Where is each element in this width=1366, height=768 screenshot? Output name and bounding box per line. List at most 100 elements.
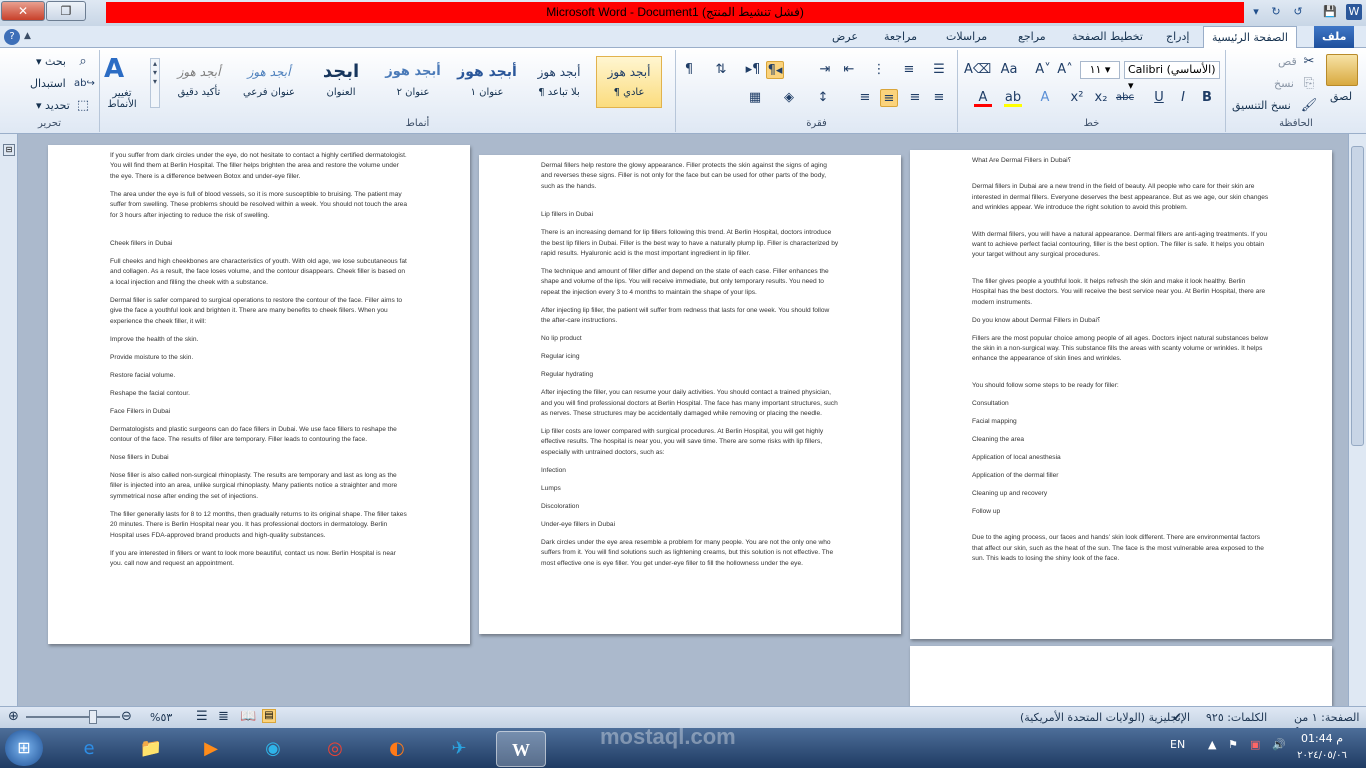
app-taskbar-icon[interactable]: ◉ (248, 731, 298, 767)
select-icon[interactable]: ⬚ (74, 97, 92, 115)
vertical-scrollbar[interactable] (1348, 134, 1366, 706)
telegram-taskbar-icon[interactable]: ✈ (434, 731, 484, 767)
media-player-taskbar-icon[interactable]: ▶ (186, 731, 236, 767)
change-case-icon[interactable]: Aa (1000, 61, 1018, 79)
rtl-paragraph-icon[interactable]: ¶◂ (766, 61, 784, 79)
justify-icon[interactable]: ≡ (856, 89, 874, 107)
undo-icon[interactable]: ↺ (1290, 4, 1306, 20)
tray-volume-icon[interactable]: 🔊 (1272, 738, 1286, 751)
superscript-icon[interactable]: x² (1068, 89, 1086, 107)
customize-qat-icon[interactable]: ▾ (1248, 4, 1264, 20)
zoom-slider[interactable] (26, 716, 120, 718)
cut-button[interactable]: قص (1278, 55, 1297, 68)
style-heading-1[interactable]: أبجد هوز عنوان ١ (454, 57, 520, 109)
document-page-3[interactable]: If you suffer from dark circles under th… (48, 145, 470, 644)
subscript-icon[interactable]: x₂ (1092, 89, 1110, 107)
clock-time[interactable]: 01:44 م (1294, 732, 1350, 745)
style-title[interactable]: ابجد العنوان (308, 57, 374, 109)
tab-home[interactable]: الصفحة الرئيسية (1203, 26, 1297, 49)
help-icon[interactable]: ? (4, 29, 20, 45)
copy-button[interactable]: نسخ (1274, 77, 1294, 90)
chrome-taskbar-icon[interactable]: ◎ (310, 731, 360, 767)
outline-view-icon[interactable]: ≣ (218, 709, 229, 724)
draft-view-icon[interactable]: ☰ (196, 709, 208, 724)
text-effects-icon[interactable]: A (1036, 89, 1054, 107)
tab-references[interactable]: مراجع (1010, 26, 1054, 48)
tray-network-icon[interactable]: ▣ (1250, 738, 1260, 751)
show-formatting-marks-icon[interactable]: ¶ (680, 61, 698, 79)
zoom-in-icon[interactable]: ⊕ (8, 709, 19, 724)
cut-icon[interactable]: ✂ (1300, 53, 1318, 71)
underline-icon[interactable]: U (1150, 89, 1168, 107)
firefox-taskbar-icon[interactable]: ◐ (372, 731, 422, 767)
full-screen-reading-icon[interactable]: 📖 (240, 709, 256, 724)
paste-button[interactable]: لصق (1330, 90, 1352, 103)
bullets-icon[interactable]: ☰ (930, 61, 948, 79)
font-size-combo[interactable]: ١١ ▾ (1080, 61, 1120, 79)
increase-indent-icon[interactable]: ⇥ (816, 61, 834, 79)
paste-icon[interactable] (1326, 54, 1358, 86)
line-spacing-icon[interactable]: ↕ (814, 89, 832, 107)
change-styles-icon[interactable]: A (104, 54, 124, 84)
document-page-4[interactable] (910, 646, 1332, 706)
find-icon[interactable]: ⌕ (74, 53, 92, 71)
document-page-2[interactable]: Dermal fillers help restore the glowy ap… (479, 155, 901, 634)
font-color-icon[interactable]: A (974, 89, 992, 107)
zoom-level[interactable]: %٥٣ (150, 711, 172, 724)
grow-font-icon[interactable]: A˄ (1056, 61, 1074, 79)
document-page-1[interactable]: What Are Dermal Fillers in Dubai؟ Dermal… (910, 150, 1332, 639)
bold-icon[interactable]: B (1198, 89, 1216, 107)
italic-icon[interactable]: I (1174, 89, 1192, 107)
ie-taskbar-icon[interactable]: e (64, 731, 114, 767)
close-window-button[interactable]: ✕ (1, 1, 45, 21)
sort-icon[interactable]: ⇅ (712, 61, 730, 79)
style-subtle-emphasis[interactable]: أبجد هوز تأكيد دقيق (166, 57, 232, 109)
replace-icon[interactable]: ab↪ (74, 75, 95, 93)
style-normal[interactable]: أبجد هوز ¶ عادي (596, 56, 662, 108)
ltr-paragraph-icon[interactable]: ▸¶ (744, 61, 762, 79)
word-count-status[interactable]: الكلمات: ٩٢٥ (1206, 711, 1267, 724)
clear-formatting-icon[interactable]: A⌫ (964, 61, 991, 79)
restore-window-button[interactable]: ❐ (46, 1, 86, 21)
copy-icon[interactable]: ⎘ (1300, 75, 1318, 93)
redo-icon[interactable]: ↻ (1268, 4, 1284, 20)
decrease-indent-icon[interactable]: ⇤ (840, 61, 858, 79)
tab-page-layout[interactable]: تخطيط الصفحة (1064, 26, 1151, 48)
print-layout-icon[interactable]: ▤ (262, 709, 276, 723)
tab-view[interactable]: عرض (824, 26, 866, 48)
zoom-out-icon[interactable]: ⊖ (121, 709, 132, 724)
shading-icon[interactable]: ◈ (780, 89, 798, 107)
replace-button[interactable]: استبدال (30, 77, 66, 90)
select-button[interactable]: ▾ تحديد (36, 99, 70, 112)
change-styles-button[interactable]: تغيير الأنماط (104, 88, 140, 110)
numbering-icon[interactable]: ≡ (900, 61, 918, 79)
word-app-icon[interactable]: W (1346, 4, 1362, 20)
tray-show-hidden-icon[interactable]: ▲ (1208, 738, 1216, 751)
tab-insert[interactable]: إدراج (1158, 26, 1197, 48)
shrink-font-icon[interactable]: A˅ (1034, 61, 1052, 79)
align-left-icon[interactable]: ≡ (880, 89, 898, 107)
scrollbar-thumb[interactable] (1351, 146, 1364, 446)
input-language[interactable]: EN (1170, 738, 1185, 751)
language-status[interactable]: الإنجليزية (الولايات المتحدة الأمريكية) (1020, 711, 1190, 724)
tray-flag-icon[interactable]: ⚑ (1228, 738, 1238, 751)
start-button[interactable]: ⊞ (5, 730, 43, 766)
font-name-combo[interactable]: Calibri (الأساسي) ▾ (1124, 61, 1220, 92)
format-painter-icon[interactable]: 🖌 (1300, 97, 1318, 115)
explorer-taskbar-icon[interactable]: 📁 (126, 731, 176, 767)
multilevel-list-icon[interactable]: ⋮ (870, 61, 888, 79)
style-subtitle[interactable]: أبجد هوز عنوان فرعي (236, 57, 302, 109)
format-painter-button[interactable]: نسخ التنسيق (1232, 99, 1291, 112)
align-right-icon[interactable]: ≡ (930, 89, 948, 107)
clock-date[interactable]: ٢٠٢٤/٠٥/٠٦ (1290, 750, 1354, 761)
tab-file[interactable]: ملف (1314, 26, 1355, 48)
borders-icon[interactable]: ▦ (746, 89, 764, 107)
zoom-slider-thumb[interactable] (89, 710, 97, 724)
tab-review[interactable]: مراجعة (876, 26, 925, 48)
strikethrough-icon[interactable]: abc (1116, 89, 1134, 107)
save-icon[interactable]: 💾 (1322, 4, 1338, 20)
tab-mailings[interactable]: مراسلات (938, 26, 995, 48)
styles-scroll-icon[interactable]: ▴ ▾ ▾ (150, 58, 160, 108)
word-taskbar-icon[interactable]: W (496, 731, 546, 767)
center-icon[interactable]: ≡ (906, 89, 924, 107)
